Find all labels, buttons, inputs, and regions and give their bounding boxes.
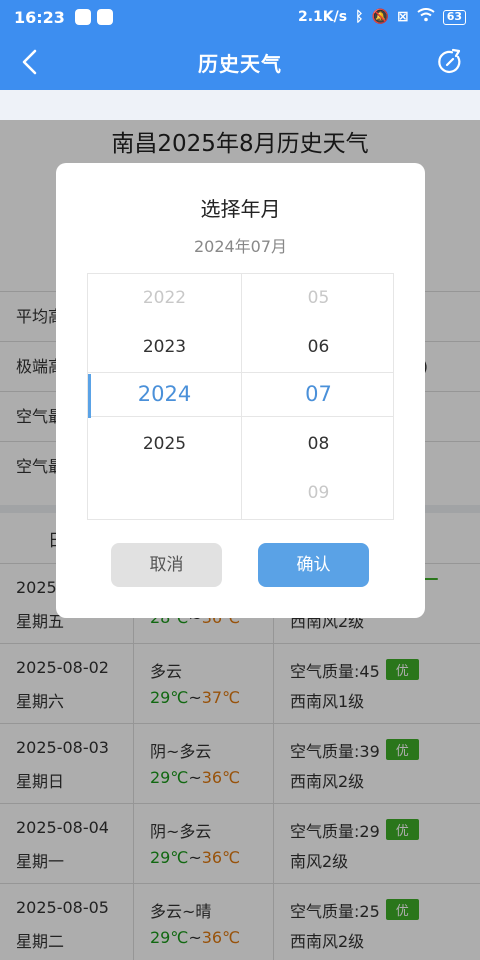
chevron-left-icon bbox=[22, 49, 37, 75]
date-picker: 2022 2023 2024 2025 05 06 07 08 09 bbox=[87, 273, 394, 520]
dialog-current-selection: 2024年07月 bbox=[193, 237, 288, 256]
nav-title: 历史天气 bbox=[198, 51, 282, 76]
app-notification-icon bbox=[96, 9, 113, 25]
month-option[interactable]: 09 bbox=[242, 483, 395, 503]
status-bar: 16:23 2.1K/s ᛒ 🔕 ⊠ 63 bbox=[0, 0, 480, 34]
month-option[interactable]: 05 bbox=[242, 288, 395, 308]
selection-line-top bbox=[88, 372, 393, 373]
year-option[interactable]: 2023 bbox=[88, 337, 241, 357]
network-speed: 2.1K/s bbox=[298, 9, 348, 25]
banner-strip bbox=[0, 90, 480, 120]
month-option[interactable]: 08 bbox=[242, 434, 395, 454]
bluetooth-icon: ᛒ bbox=[355, 9, 364, 25]
battery-icon: 63 bbox=[442, 9, 466, 25]
nav-bar: 历史天气 bbox=[0, 34, 480, 90]
wifi-icon bbox=[417, 8, 435, 26]
refresh-icon bbox=[438, 48, 461, 74]
year-option-selected[interactable]: 2024 bbox=[88, 382, 241, 406]
notification-icons bbox=[74, 9, 113, 25]
refresh-button[interactable] bbox=[434, 46, 466, 78]
back-button[interactable] bbox=[14, 46, 46, 78]
dialog-title: 选择年月 bbox=[200, 197, 281, 221]
year-option[interactable]: 2025 bbox=[88, 434, 241, 454]
year-month-picker-dialog: 选择年月 2024年07月 2022 2023 2024 2025 05 06 … bbox=[56, 163, 425, 618]
app-notification-icon bbox=[74, 9, 91, 25]
status-time: 16:23 bbox=[14, 7, 65, 27]
month-option-selected[interactable]: 07 bbox=[242, 382, 395, 406]
mute-bell-icon: 🔕 bbox=[371, 9, 389, 25]
selection-line-bottom bbox=[88, 416, 393, 417]
confirm-button[interactable]: 确认 bbox=[258, 543, 369, 587]
year-option[interactable]: 2022 bbox=[88, 288, 241, 308]
sim-off-icon: ⊠ bbox=[396, 9, 409, 25]
month-option[interactable]: 06 bbox=[242, 337, 395, 357]
cancel-button[interactable]: 取消 bbox=[111, 543, 222, 587]
